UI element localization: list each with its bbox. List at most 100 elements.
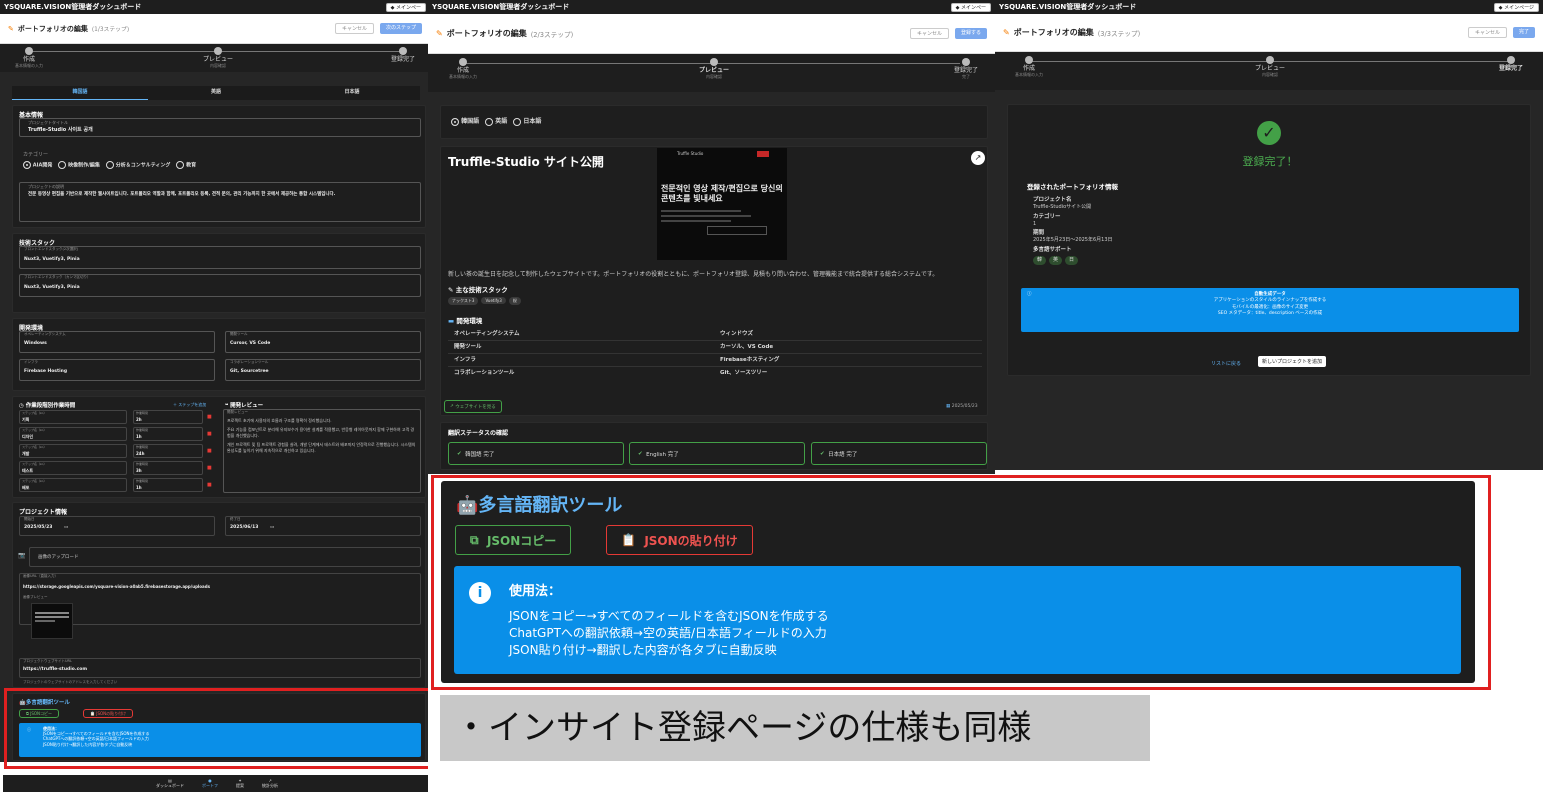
step-create[interactable]: 作成 基本情報の入力 [1015, 56, 1043, 77]
step-complete[interactable]: 登録完了 [391, 47, 415, 64]
radio-video[interactable]: 映像制作/編集 [58, 161, 100, 169]
success-check-icon: ✓ [1257, 121, 1281, 145]
project-title-field[interactable]: プロジェクトタイトル Truffle-Studio 사이트 공개 [19, 118, 421, 137]
status-english: ✔ English 完了 [629, 442, 805, 465]
delete-icon[interactable]: ■ [207, 414, 212, 420]
step-hours-field[interactable]: 作業時間 1h [133, 427, 203, 441]
collab-field[interactable]: コラボレーションツール Git, Sourcetree [225, 359, 421, 381]
finish-button[interactable]: 完了 [1512, 27, 1535, 38]
description-field[interactable]: プロジェクトの説明 전문 동영상 편집을 기반으로 제작한 웹사이트입니다. 포… [19, 182, 421, 222]
cancel-button[interactable]: キャンセル [1467, 27, 1507, 38]
status-korean: ✔ 韓国語 完了 [448, 442, 624, 465]
frontend-stack-field[interactable]: フロントエンドスタック(2次選択) Nuxt3, Vuetify3, Pinia [19, 246, 421, 269]
work-step-row: ステップ名（ko） 배포 作業時間 1h ■ [19, 478, 215, 493]
step-complete[interactable]: 登録完了 完了 [954, 58, 978, 79]
step-name-field[interactable]: ステップ名（ko） 테스트 [19, 461, 127, 475]
review-field[interactable]: 開発レビュー 프로젝트 초기에 사용자의 흐름과 구조를 명확히 정리했습니다.… [223, 409, 421, 493]
radio-ai[interactable]: AIA開発 [23, 161, 52, 169]
register-button[interactable]: 登録する [954, 28, 987, 39]
start-date-field[interactable]: 開始日 2025/05/23 ▭ [19, 516, 215, 536]
step-complete[interactable]: 登録完了 [1499, 56, 1523, 73]
step-hours-field[interactable]: 作業時間 2h [133, 410, 203, 424]
add-step-button[interactable]: ＋ ステップを追加 [173, 402, 206, 408]
step-name-field[interactable]: ステップ名（ko） 기획 [19, 410, 127, 424]
nav-portfolio[interactable]: ● ポートフ [202, 778, 218, 792]
preview-card: Truffle-Studio サイト公開 ↗ Truffle Studio 전문… [440, 146, 988, 416]
check-icon: ✔ [457, 450, 462, 457]
backend-stack-field[interactable]: フロントエンドスタック（カンマ区切り） Nuxt3, Vuetify3, Pin… [19, 274, 421, 297]
radio-consulting[interactable]: 分析＆コンサルティング [105, 161, 170, 169]
complete-card: ✓ 登録完了！ 登録されたポートフォリオ情報 プロジェクト名 Truffle-S… [1007, 104, 1531, 376]
nav-dashboard[interactable]: ▤ ダッシュボード [156, 778, 184, 792]
step-preview[interactable]: プレビュー 内容確認 [1255, 56, 1285, 77]
pencil-icon: ✎ [1003, 28, 1010, 37]
info-icon: ⓘ [1027, 292, 1032, 297]
open-external-icon[interactable]: ↗ [971, 151, 985, 165]
info-list: プロジェクト名 Truffle-Studioサイト公開 カテゴリー 1 期間 2… [1033, 197, 1113, 265]
work-time-title: 作業段階別作業時間 [25, 403, 76, 409]
calendar-icon: ▭ [64, 525, 69, 530]
back-to-list-button[interactable]: リストに戻る [1211, 360, 1241, 367]
radio-korean[interactable]: 韓国語 [451, 116, 479, 126]
delete-icon[interactable]: ■ [207, 431, 212, 437]
tab-korean[interactable]: 韓国語 [12, 86, 148, 100]
step-name-field[interactable]: ステップ名（ko） 개발 [19, 444, 127, 458]
nav-proposal[interactable]: ✦ 提案 [236, 778, 244, 792]
window-titlebar: YSQUARE.VISION管理者ダッシュボード ◆ メインページ [995, 0, 1543, 14]
step-indicator: (1/3ステップ) [91, 27, 130, 33]
os-field[interactable]: オペレーティングシステム Windows [19, 331, 215, 353]
radio-japanese[interactable]: 日本語 [513, 116, 541, 126]
edit-header: ✎ ポートフォリオの編集 (3/3ステップ) キャンセル 完了 [995, 14, 1543, 52]
add-new-project-button[interactable]: 新しいプロジェクトを追加 [1258, 356, 1327, 367]
panel-edit-step3: YSQUARE.VISION管理者ダッシュボード ◆ メインページ ✎ ポートフォ… [995, 0, 1543, 470]
radio-education[interactable]: 教育 [176, 161, 196, 169]
auto-data-box: ⓘ 自動生成データ アプリケーションのスタイルのラインナップを作成する モバイル… [1021, 288, 1519, 332]
tech-tag: 桜 [508, 297, 521, 305]
step-preview[interactable]: プレビュー 内容確認 [203, 47, 233, 68]
step-create[interactable]: 作成 基本情報の入力 [15, 47, 43, 68]
visit-website-button[interactable]: ↗ ウェブサイトを見る [444, 400, 502, 413]
tab-english[interactable]: 英語 [148, 86, 284, 100]
step-hours-field[interactable]: 作業時間 3h [133, 461, 203, 475]
basic-info-card: 基本情報 プロジェクトタイトル Truffle-Studio 사이트 공개 カテ… [12, 105, 426, 228]
delete-icon[interactable]: ■ [207, 482, 212, 488]
dev-tool-field[interactable]: 開発ツール Cursor, VS Code [225, 331, 421, 353]
radio-english[interactable]: 英語 [485, 116, 507, 126]
infra-field[interactable]: インフラ Firebase Hosting [19, 359, 215, 381]
tab-japanese[interactable]: 日本語 [284, 86, 420, 100]
review-p3: 개인 프로젝트 및 팀 프로젝트 경험을 살려, 개발 단계에서 테스트와 배포… [227, 442, 416, 453]
page-title: ポートフォリオの編集 [17, 24, 88, 33]
step-create[interactable]: 作成 基本情報の入力 [449, 58, 477, 79]
nav-stats[interactable]: ↗ 統計分析 [262, 778, 278, 792]
pencil-icon: ✎ [8, 24, 14, 33]
step-hours-field[interactable]: 作業時間 24h [133, 444, 203, 458]
work-time-card: ◷ 作業段階別作業時間 ＋ ステップを追加 ステップ名（ko） 기획 作業時間 2h ■… [12, 396, 426, 498]
step-preview[interactable]: プレビュー 内容確認 [699, 58, 729, 79]
cancel-button[interactable]: キャンセル [334, 23, 374, 34]
pencil-icon: ✎ [436, 29, 443, 38]
website-url-field[interactable]: プロジェクトウェブサイトURL https://truffle-studio.co… [19, 658, 421, 678]
main-page-button[interactable]: ◆ メインページ [1493, 2, 1539, 12]
next-step-button[interactable]: 次のステップ [379, 23, 422, 34]
delete-icon[interactable]: ■ [207, 465, 212, 471]
language-selector: 韓国語 英語 日本語 [440, 105, 988, 139]
work-step-row: ステップ名（ko） 개발 作業時間 24h ■ [19, 444, 215, 459]
step-indicator: (3/3ステップ) [1097, 29, 1141, 38]
cancel-button[interactable]: キャンセル [909, 28, 949, 39]
env-table: オペレーティングシステム ウィンドウズ 開発ツール カーソル、VS Code インフ… [448, 328, 982, 380]
calendar-icon: ▭ [270, 525, 275, 530]
main-page-button[interactable]: ◆ メインペー [950, 2, 991, 12]
main-page-button[interactable]: ◆ メインペー [385, 2, 426, 12]
step-name-field[interactable]: ステップ名（ko） 배포 [19, 478, 127, 492]
end-date-field[interactable]: 終了日 2025/06/13 ▭ [225, 516, 421, 536]
work-step-row: ステップ名（ko） 디자인 作業時間 1h ■ [19, 427, 215, 442]
review-p2: 주요 기능을 컴포넌트로 분리해 유지보수가 용이한 설계를 적용했고, 반응형… [227, 427, 415, 438]
image-url-field[interactable]: 画像URL（直接入力） https://storage.googleapis.c… [19, 573, 421, 625]
project-info-title: プロジェクト情報 [19, 509, 68, 516]
check-icon: ✔ [638, 450, 643, 457]
delete-icon[interactable]: ■ [207, 448, 212, 454]
step-hours-field[interactable]: 作業時間 1h [133, 478, 203, 492]
step-name-field[interactable]: ステップ名（ko） 디자인 [19, 427, 127, 441]
image-upload-field[interactable]: 画像のアップロード [29, 547, 421, 567]
page-title: ポートフォリオの編集 [1013, 28, 1094, 37]
